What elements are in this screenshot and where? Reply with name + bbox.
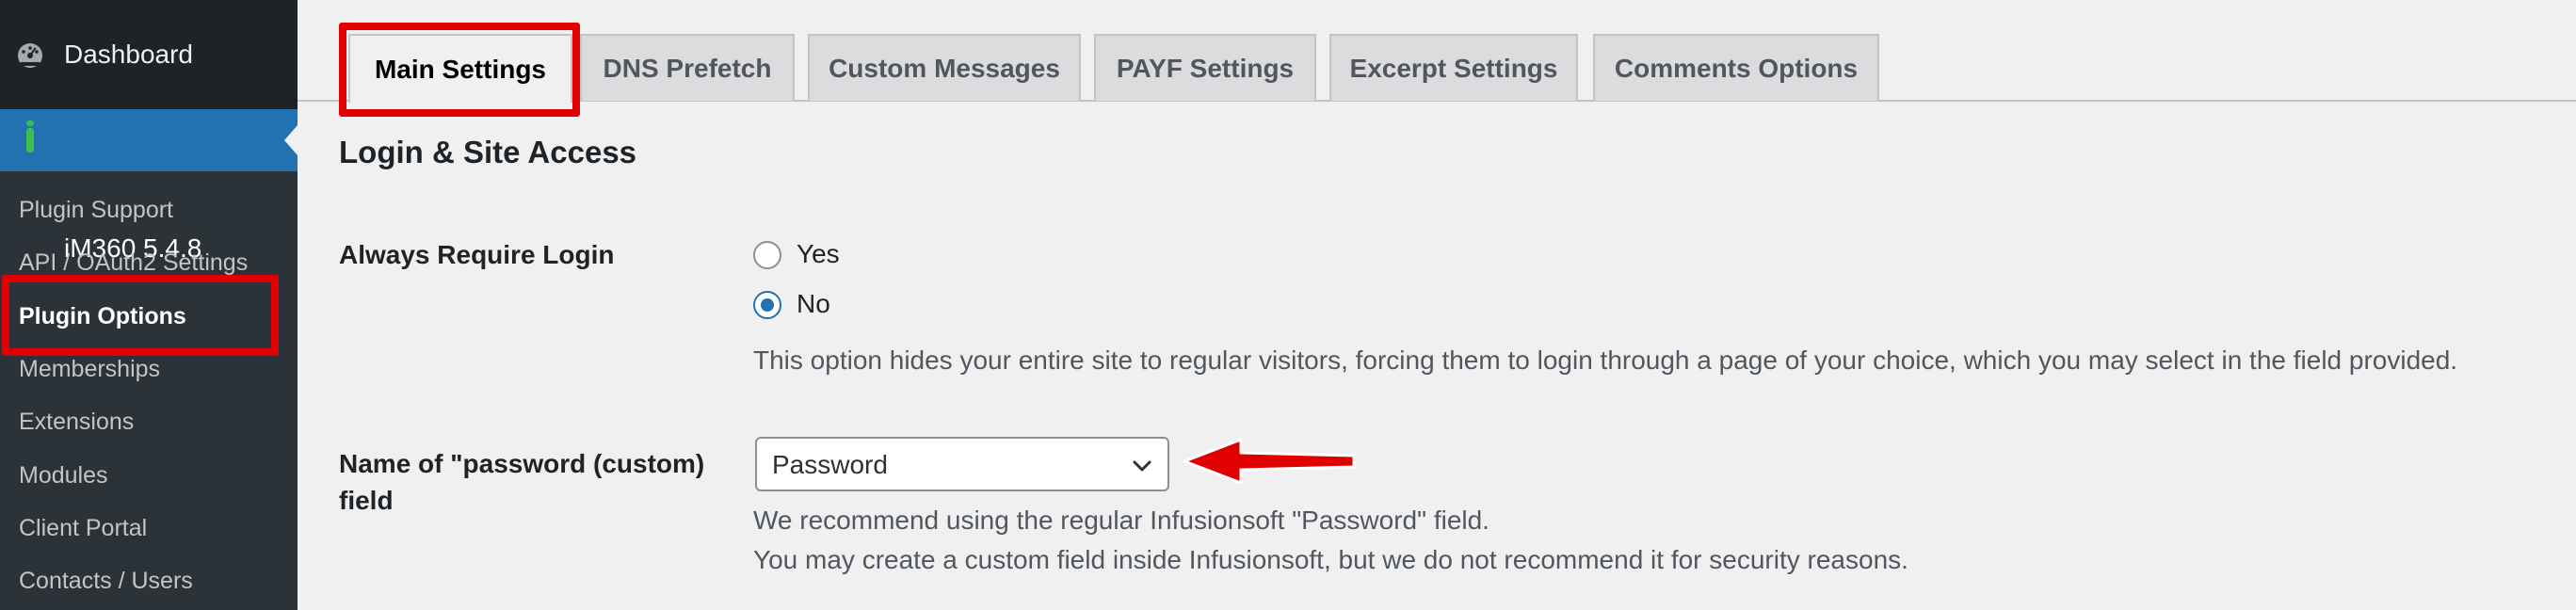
sidebar-item-plugin-options[interactable]: Plugin Options <box>19 300 186 332</box>
password-field-label: Name of "password (custom) <box>339 449 705 478</box>
require-login-description: This option hides your entire site to re… <box>753 345 2458 375</box>
current-menu-pointer <box>284 125 298 155</box>
require-login-no-radio[interactable] <box>753 291 781 319</box>
section-title: Login & Site Access <box>339 135 637 169</box>
red-arrow-icon <box>1183 438 1356 485</box>
sidebar-item-label: Dashboard <box>64 40 193 69</box>
tab-payf-settings[interactable]: PAYF Settings <box>1094 34 1316 101</box>
password-field-label-continued: field <box>339 486 394 515</box>
dashboard-gauge-icon <box>18 43 42 68</box>
sidebar-item-im360[interactable]: iM360 5.4.8 <box>0 109 298 263</box>
sidebar-item-api-oauth2-settings[interactable]: API / OAuth2 Settings <box>19 247 248 279</box>
require-login-no-label[interactable]: No <box>797 287 830 321</box>
tab-main-settings[interactable]: Main Settings <box>348 34 572 103</box>
sidebar-item-client-portal[interactable]: Client Portal <box>19 512 147 544</box>
sidebar-item-contacts-users[interactable]: Contacts / Users <box>19 565 193 597</box>
password-field-selected-value: Password <box>772 450 888 479</box>
admin-sidebar: Dashboard iM360 5.4.8 Plugin Support API… <box>0 0 298 610</box>
sidebar-item-extensions[interactable]: Extensions <box>19 406 134 438</box>
tab-dns-prefetch[interactable]: DNS Prefetch <box>580 34 795 101</box>
sidebar-item-memberships[interactable]: Memberships <box>19 353 160 385</box>
sidebar-item-plugin-support[interactable]: Plugin Support <box>19 194 173 226</box>
chevron-down-icon <box>1133 460 1151 472</box>
sidebar-item-dashboard[interactable]: Dashboard <box>0 0 298 109</box>
password-field-description-1: We recommend using the regular Infusions… <box>753 506 1489 535</box>
password-field-description-2: You may create a custom field inside Inf… <box>753 545 1908 574</box>
sidebar-item-modules[interactable]: Modules <box>19 459 108 491</box>
im360-info-icon <box>26 120 34 152</box>
require-login-yes-label[interactable]: Yes <box>797 237 840 271</box>
tab-custom-messages[interactable]: Custom Messages <box>808 34 1081 101</box>
require-login-label: Always Require Login <box>339 240 615 269</box>
password-field-select[interactable]: Password <box>755 437 1169 491</box>
tab-comments-options[interactable]: Comments Options <box>1593 34 1879 101</box>
require-login-yes-radio[interactable] <box>753 241 781 269</box>
tab-excerpt-settings[interactable]: Excerpt Settings <box>1329 34 1578 101</box>
